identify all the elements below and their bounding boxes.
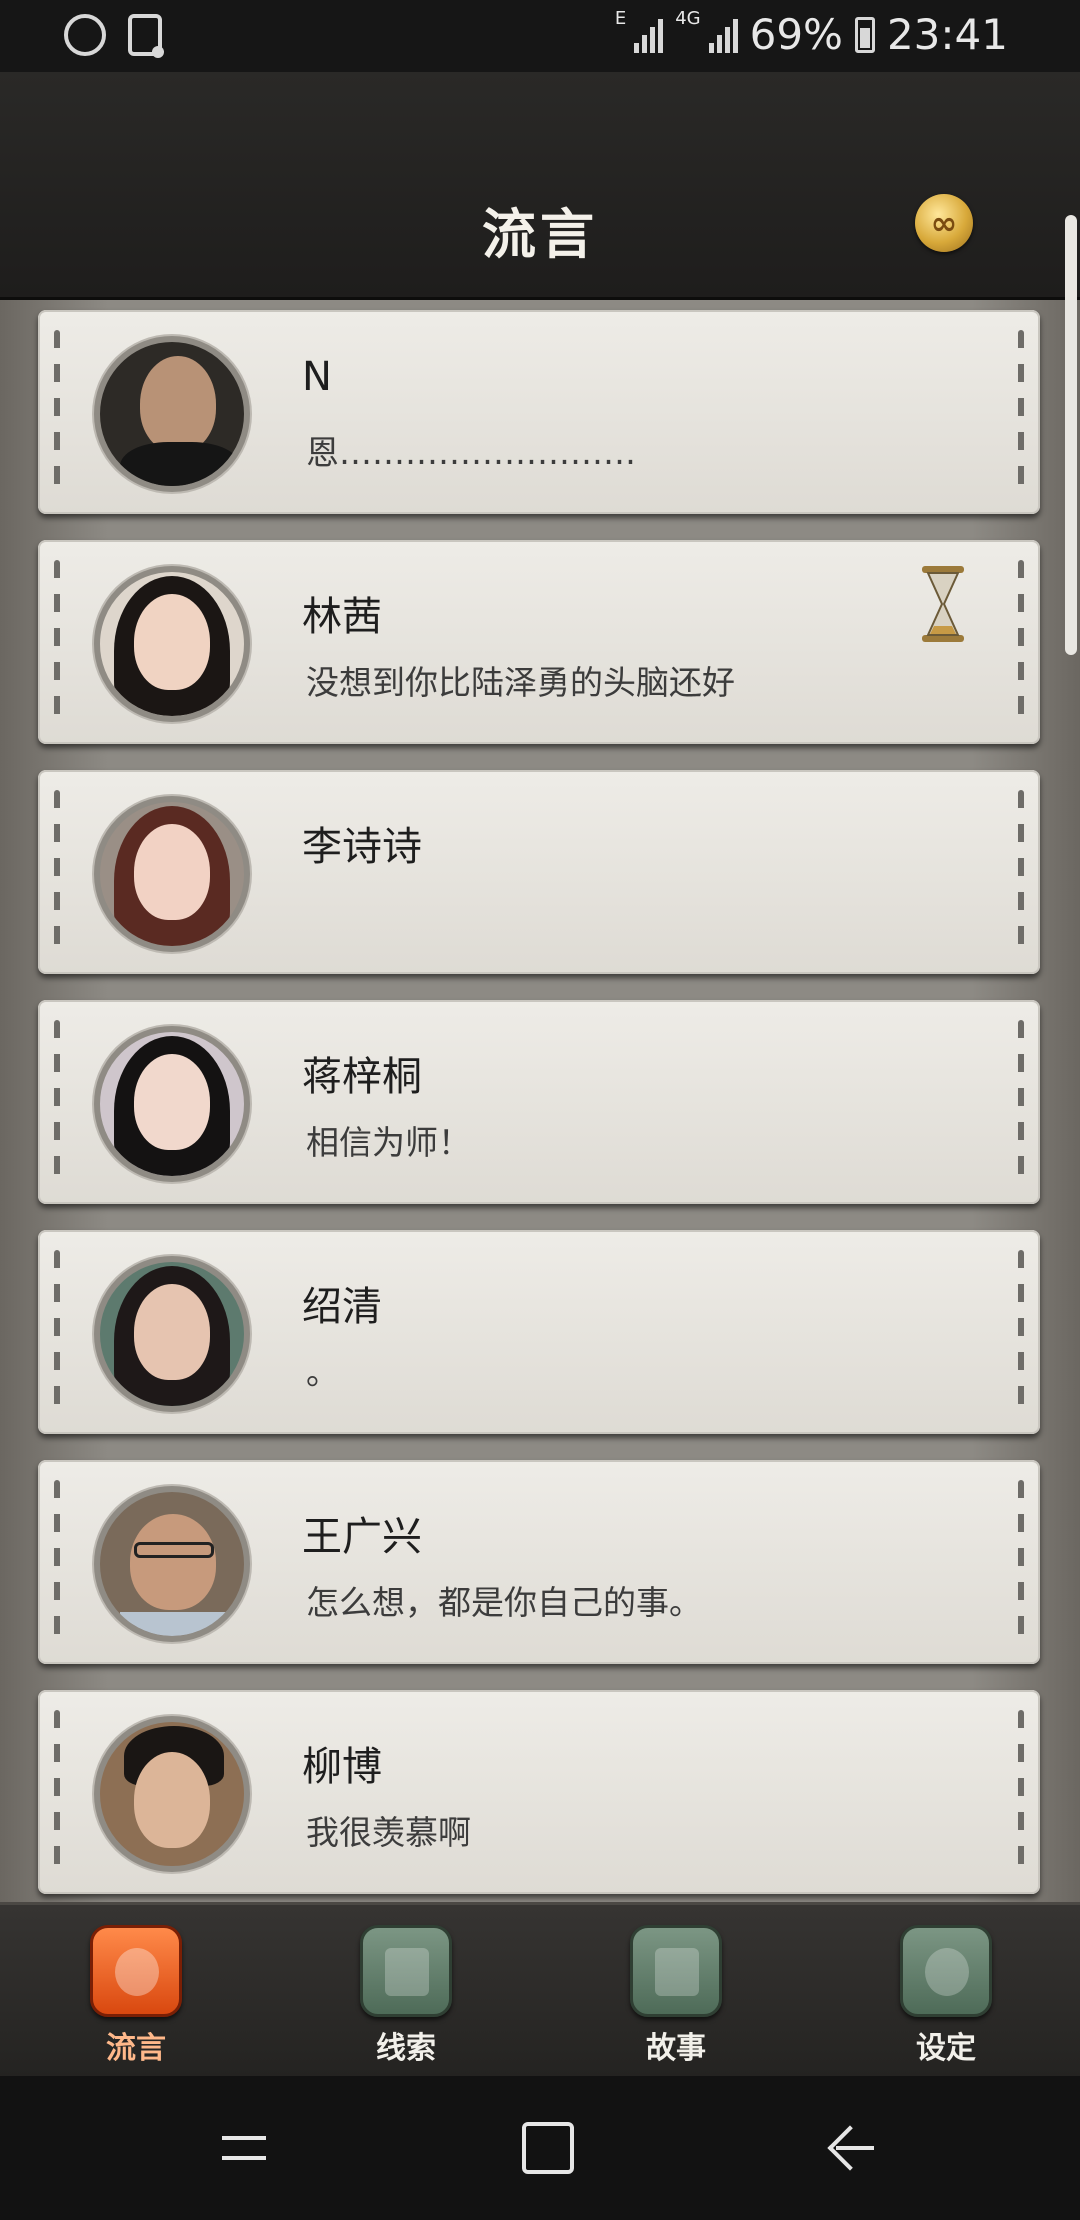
stitch-decoration [1018, 330, 1024, 494]
home-button[interactable] [522, 2122, 574, 2174]
avatar [94, 1716, 250, 1872]
stitch-decoration [1018, 790, 1024, 954]
signal-icon [634, 17, 664, 53]
contact-message: 怎么想，都是你自己的事。 [306, 1583, 702, 1622]
clock: 23:41 [886, 10, 1008, 59]
contact-card-wangguangxing[interactable]: 王广兴 怎么想，都是你自己的事。 [38, 1460, 1040, 1664]
stitch-decoration [54, 330, 60, 494]
stitch-decoration [54, 1480, 60, 1644]
contact-name: N [302, 354, 332, 400]
contact-name: 绍清 [302, 1284, 382, 1330]
scrollbar[interactable] [1065, 215, 1077, 655]
stitch-decoration [1018, 1250, 1024, 1414]
stitch-decoration [54, 1710, 60, 1874]
stitch-decoration [54, 790, 60, 954]
network-e-label: E [614, 8, 627, 29]
contact-message: 没想到你比陆泽勇的头脑还好 [306, 663, 735, 702]
tab-settings[interactable]: 设定 [876, 1925, 1016, 2067]
hourglass-icon [922, 566, 964, 642]
tab-rumors[interactable]: 流言 [66, 1925, 206, 2067]
recents-button[interactable] [218, 2122, 270, 2174]
infinity-icon: ∞ [930, 204, 958, 242]
book-icon [630, 1925, 722, 2017]
signal-icon-2 [708, 17, 738, 53]
avatar [94, 1026, 250, 1182]
tab-clues[interactable]: 线索 [336, 1925, 476, 2067]
tab-label: 流言 [106, 2031, 166, 2066]
contact-message: 相信为师！ [306, 1123, 471, 1162]
contact-card-jiangzitong[interactable]: 蒋梓桐 相信为师！ [38, 1000, 1040, 1204]
gear-icon [900, 1925, 992, 2017]
tab-story[interactable]: 故事 [606, 1925, 746, 2067]
contact-name: 王广兴 [302, 1514, 422, 1560]
contact-card-lishishi[interactable]: 李诗诗 [38, 770, 1040, 974]
contact-name: 柳博 [302, 1744, 382, 1790]
contact-card-liubo[interactable]: 柳博 我很羡慕啊 [38, 1690, 1040, 1894]
avatar [94, 1486, 250, 1642]
stitch-decoration [1018, 560, 1024, 724]
tab-label: 故事 [646, 2031, 706, 2066]
status-bar: E 4G 69% 23:41 [0, 0, 1080, 72]
network-4g-label: 4G [675, 8, 701, 29]
avatar [94, 1256, 250, 1412]
stitch-decoration [1018, 1710, 1024, 1874]
contact-name: 李诗诗 [302, 824, 422, 870]
stitch-decoration [1018, 1020, 1024, 1184]
tab-label: 线索 [376, 2031, 436, 2066]
stitch-decoration [54, 1250, 60, 1414]
tab-label: 设定 [916, 2031, 976, 2066]
avatar [94, 336, 250, 492]
bottom-tab-bar: 流言 线索 故事 设定 [0, 1902, 1080, 2076]
contact-card-linxi[interactable]: 林茜 没想到你比陆泽勇的头脑还好 [38, 540, 1040, 744]
contact-name: 蒋梓桐 [302, 1054, 422, 1100]
screenshot-notification-icon [128, 14, 164, 58]
stitch-decoration [1018, 1480, 1024, 1644]
contact-message: 恩……………………… [306, 433, 636, 472]
contact-card-n[interactable]: N 恩……………………… [38, 310, 1040, 514]
stitch-decoration [54, 1020, 60, 1184]
avatar [94, 796, 250, 952]
avatar [94, 566, 250, 722]
battery-icon [854, 16, 875, 53]
chat-bubble-icon [90, 1925, 182, 2017]
sync-icon [64, 14, 106, 56]
contact-card-shaoqing[interactable]: 绍清 。 [38, 1230, 1040, 1434]
back-button[interactable] [826, 2122, 878, 2174]
stitch-decoration [54, 560, 60, 724]
contact-name: 林茜 [302, 594, 382, 640]
coin-button[interactable]: ∞ [915, 194, 973, 252]
contact-message: 。 [306, 1353, 339, 1392]
battery-percent: 69% [749, 10, 843, 59]
app-header: 流言 ∞ [0, 72, 1080, 300]
document-icon [360, 1925, 452, 2017]
contact-message: 我很羡慕啊 [306, 1813, 471, 1852]
system-nav-bar [0, 2076, 1080, 2220]
